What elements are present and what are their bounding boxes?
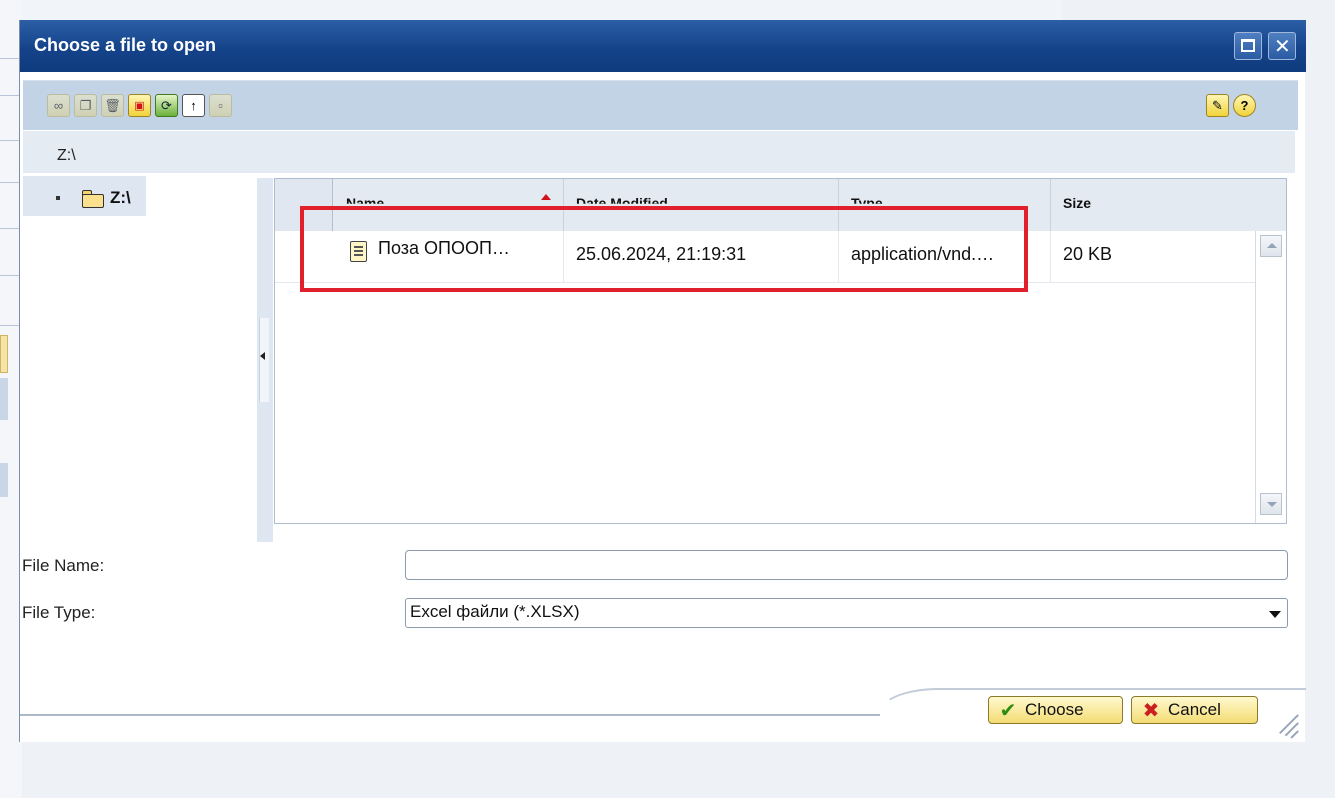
background-window-bar [22, 0, 1062, 22]
vertical-scrollbar[interactable] [1255, 231, 1286, 523]
pencil-icon[interactable]: ✎ [1206, 94, 1229, 117]
cancel-x-icon: ✖ [1142, 699, 1160, 722]
resize-grip-icon[interactable] [1270, 710, 1300, 740]
splitter-handle[interactable] [259, 318, 269, 402]
tree-bullet-icon [56, 196, 60, 200]
close-icon: ✕ [1274, 36, 1291, 58]
tree-item-label: Z:\ [110, 188, 131, 207]
file-type-select[interactable]: Excel файли (*.XLSX) [405, 598, 1288, 628]
size-text: 20 KB [1063, 244, 1113, 264]
view-icon[interactable]: ▫ [209, 94, 232, 117]
highlight-annotation [300, 206, 1028, 292]
file-type-label: File Type: [22, 603, 96, 622]
choose-button[interactable]: ✔ Choose [988, 696, 1123, 724]
collapse-left-icon[interactable] [260, 352, 265, 360]
panel-splitter[interactable] [257, 178, 273, 542]
file-name-input[interactable] [405, 550, 1288, 580]
column-header-label: Size [1063, 195, 1092, 211]
copy-icon[interactable]: ❐ [74, 94, 97, 117]
current-path: Z:\ [57, 147, 76, 164]
column-header-size[interactable]: Size [1051, 179, 1255, 231]
cancel-button[interactable]: ✖ Cancel [1131, 696, 1258, 724]
close-button[interactable]: ✕ [1268, 32, 1296, 60]
help-icon[interactable]: ? [1233, 94, 1256, 117]
dialog-title: Choose a file to open [34, 35, 217, 55]
new-folder-icon[interactable]: ▣ [128, 94, 151, 117]
refresh-icon[interactable]: ⟳ [155, 94, 178, 117]
toolbar: ∞ ❐ 🗑 ▣ ⟳ ↑ ▫ ✎ ? [23, 80, 1298, 130]
file-open-dialog: Choose a file to open ✕ ∞ ❐ 🗑 ▣ ⟳ ↑ ▫ ✎ … [19, 20, 1306, 742]
maximize-button[interactable] [1234, 32, 1262, 60]
scroll-down-button[interactable] [1260, 493, 1282, 515]
background-area [1062, 0, 1335, 22]
arrow-down-icon [1267, 502, 1277, 507]
dropdown-arrow-icon[interactable] [1269, 611, 1281, 618]
file-name-label: File Name: [22, 556, 105, 575]
link-icon[interactable]: ∞ [47, 94, 70, 117]
dialog-titlebar[interactable]: Choose a file to open ✕ [20, 20, 1306, 72]
footer-divider [20, 714, 880, 716]
sort-ascending-icon [541, 194, 551, 200]
maximize-icon [1241, 39, 1255, 52]
folder-icon [82, 190, 104, 208]
up-folder-icon[interactable]: ↑ [182, 94, 205, 117]
arrow-up-icon [1267, 243, 1277, 248]
delete-icon[interactable]: 🗑 [101, 94, 124, 117]
scroll-up-button[interactable] [1260, 235, 1282, 257]
folder-tree-item[interactable]: Z:\ [23, 176, 146, 216]
choose-label: Choose [1025, 700, 1084, 719]
checkmark-icon: ✔ [999, 699, 1017, 722]
cancel-label: Cancel [1168, 700, 1221, 719]
path-bar: Z:\ [23, 131, 1295, 173]
file-type-value: Excel файли (*.XLSX) [410, 602, 580, 621]
cell-size[interactable]: 20 KB [1051, 231, 1255, 283]
